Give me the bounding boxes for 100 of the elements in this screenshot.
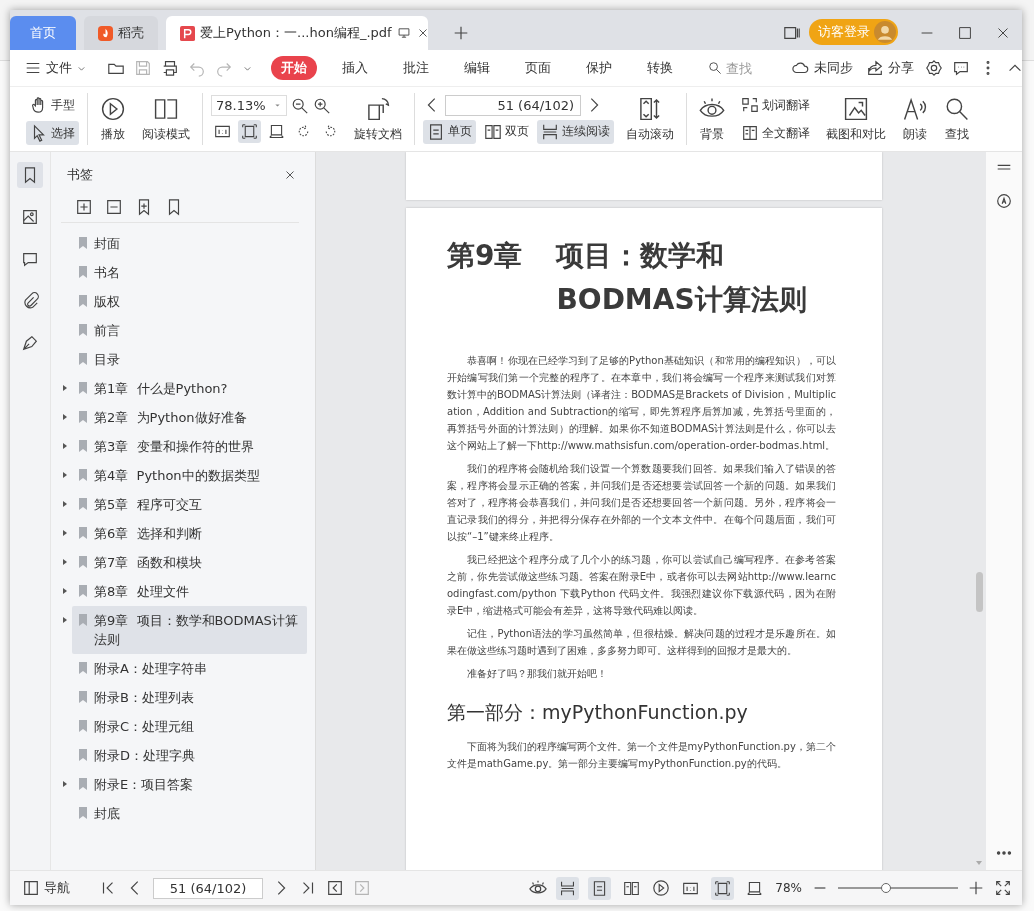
- zoom-level[interactable]: 78%: [775, 881, 802, 895]
- search-icon[interactable]: [708, 61, 722, 75]
- ribbon-tab[interactable]: 批注: [393, 56, 439, 80]
- bookmark-item[interactable]: 目录: [72, 345, 307, 374]
- bookmark-item[interactable]: 附录D：处理字典: [72, 741, 307, 770]
- ribbon-tab[interactable]: 插入: [332, 56, 378, 80]
- zoom-out-icon[interactable]: [291, 96, 309, 115]
- background-button[interactable]: 背景: [695, 93, 729, 145]
- bookmark-item[interactable]: 封底: [72, 799, 307, 828]
- full-translate-button[interactable]: 全文翻译: [737, 121, 814, 145]
- slider-thumb[interactable]: [881, 883, 891, 893]
- expand-arrow-icon[interactable]: [61, 413, 69, 421]
- expand-arrow-icon[interactable]: [61, 616, 69, 624]
- body-paragraph: 我们的程序将会随机给我们设置一个算数题要我们回答。如果我们输入了错误的答案，程序将会显示正确的答案，并问我们是否还想要尝试回答一个新的问题。如果我们答对了，程序将会恭喜我们，并问我们是否还想要回答一个新问题。另外，程序将会一直记录我们的得分，并把得分保存在外部的一个文本文件中。在每个问题后面，我们可以按“–1”键来终止程序。: [447, 462, 836, 544]
- read-mode-button[interactable]: 阅读模式: [138, 93, 194, 145]
- expand-arrow-icon[interactable]: [61, 471, 69, 479]
- bookmark-item[interactable]: 第1章 什么是Python?: [72, 374, 307, 403]
- settings-icon[interactable]: [925, 59, 943, 77]
- bookmark-item[interactable]: 第2章 为Python做好准备: [72, 403, 307, 432]
- bookmark-icon: [78, 526, 88, 540]
- bookmark-icon: [78, 806, 88, 820]
- expand-all-icon[interactable]: [75, 198, 93, 216]
- expand-arrow-icon[interactable]: [61, 500, 69, 508]
- screenshot-compare-button[interactable]: 截图和对比: [822, 93, 890, 145]
- expand-arrow-icon[interactable]: [61, 587, 69, 595]
- fit-page-icon[interactable]: [711, 876, 735, 900]
- ribbon-tab[interactable]: 页面: [515, 56, 561, 80]
- find-button[interactable]: 查找: [940, 93, 974, 145]
- pdf-icon: [180, 25, 195, 41]
- continuous-page-icon[interactable]: [556, 876, 580, 900]
- bookmark-item[interactable]: 版权: [72, 287, 307, 316]
- ribbon-tab[interactable]: 开始: [271, 56, 317, 80]
- bookmark-item[interactable]: 第9章 项目：数学和BODMAS计算法则: [72, 606, 307, 654]
- bookmark-item[interactable]: 第4章 Python中的数据类型: [72, 461, 307, 490]
- zoom-dropdown[interactable]: 78.13%: [211, 95, 287, 116]
- body-paragraph: 恭喜啊！你现在已经学习到了足够的Python基础知识（和常用的编程知识），可以开始编写我们第一个完整的程序了。在本章中，我们将会编写一个程序来测试我们对算数计算中的BODMAS计算法则（译者注：BODMAS是Brackets of Division，Multiplication，Addition and Subtraction的缩写，即先算程序后算加减，先算括号里面的，再算括号外面的计算法则）的理解。如果你不知道BODMAS计算法则是什么，你可以去这个网站上了解一下http://www.mathsisfun.com/operation-order-bodmas.html。: [447, 354, 836, 453]
- page-layout-button[interactable]: 双页: [480, 119, 533, 144]
- zoom-text-icon[interactable]: [995, 192, 1013, 210]
- expand-arrow-icon[interactable]: [61, 780, 69, 788]
- expand-arrow-icon[interactable]: [61, 384, 69, 392]
- fullscreen-icon[interactable]: [994, 879, 1012, 897]
- word-translate-button[interactable]: 划词翻译: [737, 93, 814, 117]
- new-tab-icon[interactable]: [452, 24, 470, 42]
- play-button[interactable]: 播放: [96, 93, 130, 145]
- bookmark-icon: [78, 439, 88, 453]
- previous-view-icon[interactable]: [326, 879, 344, 897]
- bookmark-icon[interactable]: [17, 162, 43, 188]
- fit-page-icon[interactable]: [238, 120, 261, 143]
- play-icon[interactable]: [652, 879, 671, 897]
- bookmark-item[interactable]: 附录B：处理列表: [72, 683, 307, 712]
- ribbon-tab[interactable]: 转换: [637, 56, 683, 80]
- bookmark-item[interactable]: 附录A：处理字符串: [72, 654, 307, 683]
- bookmark-item[interactable]: 附录E：项目答案: [72, 770, 307, 799]
- page-layout-button[interactable]: 单页: [423, 119, 476, 144]
- document-tab[interactable]: 爱上Python：一...hon编程_.pdf: [166, 16, 428, 50]
- bookmark-item[interactable]: 书名: [72, 258, 307, 287]
- bookmark-icon: [78, 410, 88, 424]
- bookmark-item[interactable]: 前言: [72, 316, 307, 345]
- page-layout-button[interactable]: 连续阅读: [537, 119, 614, 144]
- bookmark-icon: [78, 352, 88, 366]
- bookmark-icon: [78, 265, 88, 279]
- bookmark-item[interactable]: 第5章 程序可交互: [72, 490, 307, 519]
- sync-button[interactable]: 未同步: [790, 59, 855, 77]
- bookmark-item[interactable]: 第6章 选择和判断: [72, 519, 307, 548]
- tab-count-icon[interactable]: [783, 24, 801, 42]
- ribbon-tab[interactable]: 编辑: [454, 56, 500, 80]
- single-page-icon[interactable]: [588, 876, 612, 900]
- expand-arrow-icon[interactable]: [61, 442, 69, 450]
- zoom-in-icon[interactable]: [313, 96, 331, 115]
- expand-arrow-icon[interactable]: [61, 529, 69, 537]
- read-aloud-button[interactable]: 朗读: [898, 93, 932, 145]
- screen-icon[interactable]: [396, 26, 411, 40]
- hand-tool-button[interactable]: 手型: [26, 93, 79, 117]
- translate-icon: [741, 96, 759, 114]
- bookmark-item[interactable]: 第8章 处理文件: [72, 577, 307, 606]
- ribbon-tab[interactable]: 保护: [576, 56, 622, 80]
- bookmark-icon: [78, 719, 88, 733]
- rotate-document-button[interactable]: 旋转文档: [350, 93, 406, 145]
- print-icon[interactable]: [161, 59, 179, 77]
- share-button[interactable]: 分享: [864, 59, 916, 77]
- chat-icon[interactable]: [952, 59, 970, 77]
- search-field[interactable]: 查找: [724, 59, 772, 77]
- docer-tab[interactable]: 稻壳: [84, 16, 158, 50]
- bookmark-item[interactable]: 第3章 变量和操作符的世界: [72, 432, 307, 461]
- bookmark-item[interactable]: 封面: [72, 229, 307, 258]
- maximize-icon[interactable]: [956, 24, 974, 42]
- navigation-button[interactable]: 导航: [20, 879, 72, 897]
- file-menu[interactable]: 文件: [22, 59, 89, 77]
- page-number-field[interactable]: 51 (64/102): [153, 877, 263, 899]
- page-number-field[interactable]: 51 (64/102): [445, 94, 581, 116]
- eye-icon[interactable]: [529, 879, 548, 897]
- bookmark-item[interactable]: 第7章 函数和模块: [72, 548, 307, 577]
- auto-scroll-button[interactable]: 自动滚动: [622, 93, 678, 145]
- select-tool-button[interactable]: 选择: [26, 121, 79, 145]
- bookmark-icon: [78, 323, 88, 337]
- expand-arrow-icon[interactable]: [61, 558, 69, 566]
- scrollbar-thumb[interactable]: [976, 572, 983, 612]
- bookmark-item[interactable]: 附录C：处理元组: [72, 712, 307, 741]
- continuous-page-icon: [541, 122, 559, 141]
- collapse-all-icon[interactable]: [105, 198, 123, 216]
